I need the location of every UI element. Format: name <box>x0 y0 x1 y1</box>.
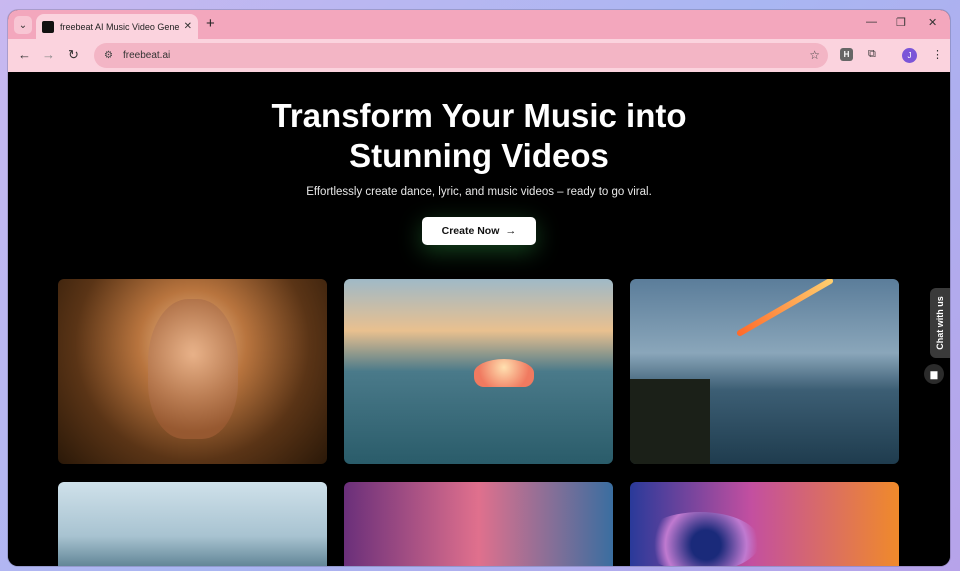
page-content: Transform Your Music into Stunning Video… <box>8 72 950 566</box>
video-card-party[interactable] <box>344 482 613 566</box>
hero-title-line1: Transform Your Music into <box>271 97 687 134</box>
tab-title: freebeat AI Music Video Generator <box>60 21 180 32</box>
restore-button[interactable]: ❐ <box>896 16 906 29</box>
tab-close-icon[interactable]: ✕ <box>184 21 192 32</box>
chat-bubble-icon[interactable]: ▆ <box>924 364 944 384</box>
lotus-image <box>474 359 534 387</box>
url-text[interactable]: freebeat.ai <box>123 50 170 61</box>
back-button[interactable]: ← <box>18 47 31 62</box>
tab-search-button[interactable]: ⌄ <box>14 16 32 34</box>
extensions-icon[interactable]: ⧉ <box>868 48 876 61</box>
video-card-couple-cliff[interactable] <box>630 279 899 464</box>
tab-bar: ⌄ freebeat AI Music Video Generator ✕ + … <box>8 10 950 39</box>
hero-title-line2: Stunning Videos <box>349 137 609 174</box>
browser-toolbar: ← → ↻ ⚙ freebeat.ai ☆ H ⧉ J ⋮ <box>8 39 950 72</box>
create-now-label: Create Now <box>441 225 500 237</box>
site-info-icon[interactable]: ⚙ <box>104 50 113 61</box>
video-card-eye[interactable] <box>630 482 899 566</box>
video-card-lotus-water[interactable] <box>344 279 613 464</box>
menu-icon[interactable]: ⋮ <box>932 48 943 61</box>
chat-with-us-tab[interactable]: Chat with us <box>930 288 950 358</box>
active-tab[interactable]: freebeat AI Music Video Generator ✕ <box>36 14 198 39</box>
address-bar[interactable]: ⚙ freebeat.ai ☆ <box>94 43 828 68</box>
bookmark-star-icon[interactable]: ☆ <box>809 48 820 62</box>
extension-h-icon[interactable]: H <box>840 48 853 61</box>
hero-subtitle: Effortlessly create dance, lyric, and mu… <box>306 186 652 198</box>
arrow-right-icon: → <box>505 225 517 237</box>
eye-image <box>640 512 760 566</box>
meteor-image <box>735 279 835 338</box>
browser-window: ⌄ freebeat AI Music Video Generator ✕ + … <box>8 10 950 566</box>
hero-title: Transform Your Music into Stunning Video… <box>8 96 950 176</box>
reload-button[interactable]: ↻ <box>68 47 79 63</box>
new-tab-button[interactable]: + <box>206 15 215 32</box>
video-card-woman-golden-light[interactable] <box>58 279 327 464</box>
cliff-image <box>630 379 710 464</box>
close-window-button[interactable]: ✕ <box>928 16 937 29</box>
create-now-button[interactable]: Create Now → <box>422 217 536 245</box>
profile-avatar[interactable]: J <box>902 48 917 63</box>
freebeat-favicon-icon <box>42 20 54 33</box>
woman-face-image <box>148 299 238 439</box>
video-card-ship[interactable] <box>58 482 327 566</box>
minimize-button[interactable]: — <box>866 16 877 28</box>
forward-button[interactable]: → <box>42 47 55 62</box>
chat-tab-label: Chat with us <box>935 296 945 350</box>
